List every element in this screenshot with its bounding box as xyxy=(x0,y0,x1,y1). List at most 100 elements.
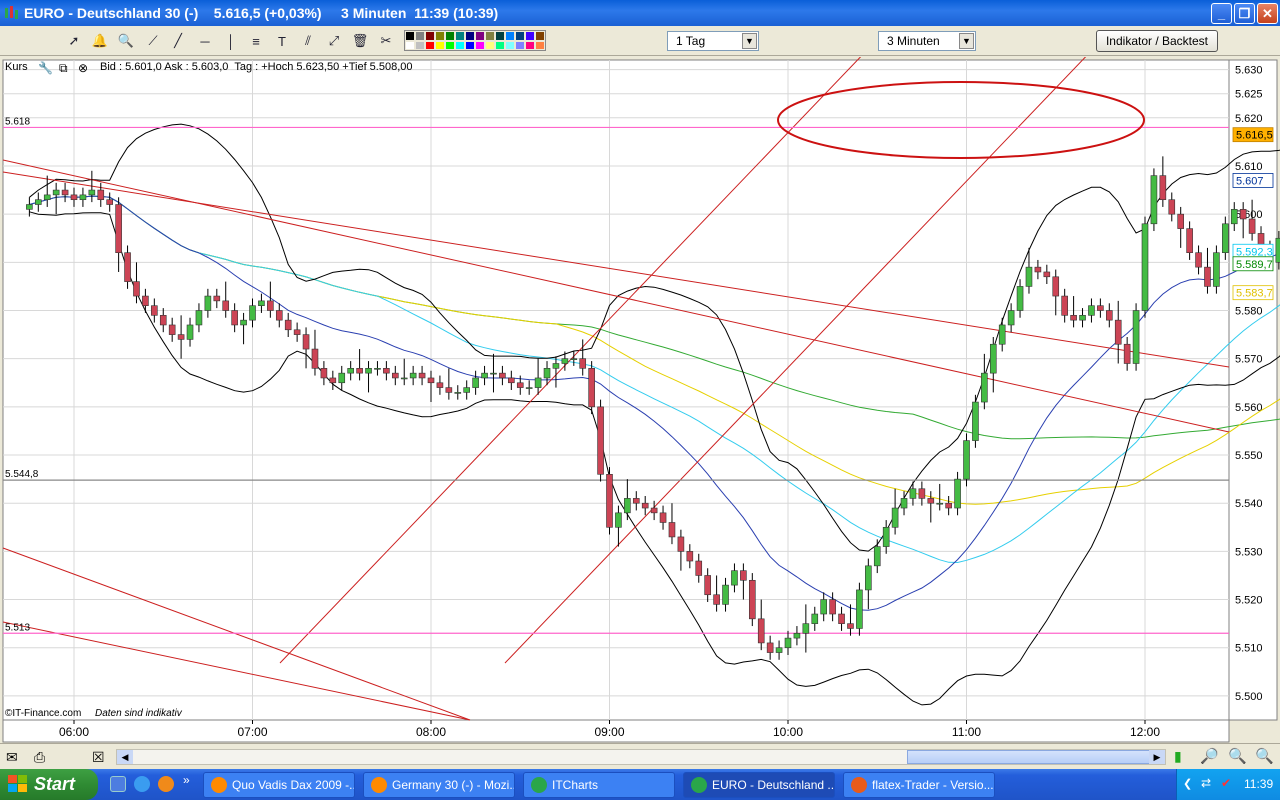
interval-select[interactable]: 3 Minuten ▼ xyxy=(878,31,976,51)
antivirus-icon[interactable]: ✔ xyxy=(1221,776,1231,790)
pointer-icon[interactable]: ➚ xyxy=(64,31,84,51)
zoom-icon[interactable]: 🔍 xyxy=(116,31,136,51)
chart-type-icon[interactable]: ▮ xyxy=(1174,748,1182,765)
taskbar-item[interactable]: EURO - Deutschland ... xyxy=(683,772,835,798)
palette-swatch[interactable] xyxy=(415,40,425,50)
start-button[interactable]: Start xyxy=(0,769,98,800)
channel-icon[interactable]: ⫽ xyxy=(298,31,318,51)
scroll-left-icon[interactable]: ◀ xyxy=(117,750,133,764)
palette-swatch[interactable] xyxy=(495,31,505,41)
candle-body xyxy=(847,623,854,629)
alarm-icon[interactable]: 🔔 xyxy=(90,31,110,51)
palette-swatch[interactable] xyxy=(485,40,495,50)
trendline-icon[interactable]: ╱ xyxy=(168,31,188,51)
zoom-out-icon[interactable]: 🔍 xyxy=(1228,747,1247,765)
indicator-backtest-button[interactable]: Indikator / Backtest xyxy=(1096,30,1218,52)
program-icon xyxy=(851,777,867,793)
window-title: EURO - Deutschland 30 (-) 5.616,5 (+0,03… xyxy=(24,5,499,21)
palette-swatch[interactable] xyxy=(485,31,495,41)
price-chart[interactable]: 5.6305.6255.6205.6105.6005.5905.5805.570… xyxy=(0,57,1280,743)
palette-swatch[interactable] xyxy=(465,31,475,41)
fibonacci-icon[interactable]: ≡ xyxy=(246,31,266,51)
horizontal-line-icon[interactable]: ─ xyxy=(195,31,215,51)
candle-body xyxy=(650,507,658,514)
palette-swatch[interactable] xyxy=(445,31,455,41)
palette-swatch[interactable] xyxy=(435,31,445,41)
taskbar-item[interactable]: Quo Vadis Dax 2009 -... xyxy=(203,772,355,798)
close-chart-icon[interactable]: ⊗ xyxy=(78,61,88,75)
network-icon[interactable]: ⇄ xyxy=(1201,776,1211,790)
more-quicklaunch-icon[interactable]: » xyxy=(183,773,190,787)
candle-body xyxy=(1168,199,1176,215)
internet-explorer-icon[interactable] xyxy=(134,776,150,792)
maximize-button[interactable]: ❐ xyxy=(1234,3,1255,24)
text-tool-icon[interactable]: T xyxy=(272,31,292,51)
palette-swatch[interactable] xyxy=(515,31,525,41)
palette-swatch[interactable] xyxy=(525,40,535,50)
palette-swatch[interactable] xyxy=(525,31,535,41)
palette-swatch[interactable] xyxy=(475,31,485,41)
palette-swatch[interactable] xyxy=(405,40,415,50)
firefox-icon[interactable] xyxy=(158,776,174,792)
period-select[interactable]: 1 Tag ▼ xyxy=(667,31,759,51)
tray-expand-icon[interactable]: ❮ xyxy=(1183,777,1192,790)
horizontal-scrollbar[interactable]: ◀ ▶ xyxy=(116,749,1166,765)
palette-swatch[interactable] xyxy=(445,40,455,50)
wrench-icon[interactable]: 🔧 xyxy=(38,61,53,75)
zoom-area-icon[interactable]: 🔎 xyxy=(1200,747,1219,765)
color-palette[interactable] xyxy=(404,30,546,51)
palette-swatch[interactable] xyxy=(535,31,545,41)
chevron-down-icon[interactable]: ▼ xyxy=(742,33,757,49)
palette-swatch[interactable] xyxy=(495,40,505,50)
palette-swatch[interactable] xyxy=(535,40,545,50)
palette-swatch[interactable] xyxy=(505,40,515,50)
trash-icon[interactable]: 🗑 xyxy=(350,31,370,51)
vertical-line-icon[interactable]: │ xyxy=(221,31,241,51)
candle-body xyxy=(954,478,961,509)
chart-area[interactable]: 5.6305.6255.6205.6105.6005.5905.5805.570… xyxy=(0,57,1280,743)
print-icon[interactable]: ⎙ xyxy=(34,749,45,766)
candle-body xyxy=(1070,315,1077,321)
zoom-in-icon[interactable]: 🔍 xyxy=(1255,747,1274,765)
price-tag-label: 5.589,7 xyxy=(1236,259,1273,271)
scroll-right-icon[interactable]: ▶ xyxy=(1149,750,1165,764)
tools-icon[interactable]: ✂ xyxy=(376,31,396,51)
palette-swatch[interactable] xyxy=(505,31,515,41)
candle-body xyxy=(43,194,51,201)
arrow-tool-icon[interactable]: ⤢ xyxy=(324,31,344,51)
candle-body xyxy=(766,642,774,653)
candle-body xyxy=(713,594,720,605)
palette-swatch[interactable] xyxy=(455,31,465,41)
copy-icon[interactable]: ⧉ xyxy=(59,61,68,76)
minimize-button[interactable]: _ xyxy=(1211,3,1232,24)
chart-infobar: Kurs 🔧 ⧉ ⊗ Bid : 5.601,0 Ask : 5.603,0 T… xyxy=(3,61,413,77)
palette-swatch[interactable] xyxy=(515,40,525,50)
palette-swatch[interactable] xyxy=(415,31,425,41)
candle-body xyxy=(88,189,96,196)
y-tick-label: 5.630 xyxy=(1235,65,1263,77)
delete-icon[interactable]: ☒ xyxy=(92,749,105,766)
taskbar-item[interactable]: ITCharts xyxy=(523,772,675,798)
candle-body xyxy=(436,382,444,388)
taskbar-item[interactable]: Germany 30 (-) - Mozi... xyxy=(363,772,515,798)
chevron-down-icon[interactable]: ▼ xyxy=(959,33,974,49)
close-button[interactable]: ✕ xyxy=(1257,3,1278,24)
mail-icon[interactable]: ✉ xyxy=(6,749,18,766)
palette-swatch[interactable] xyxy=(455,40,465,50)
program-icon xyxy=(371,777,387,793)
candle-body xyxy=(989,343,997,374)
palette-swatch[interactable] xyxy=(435,40,445,50)
line-tool-icon[interactable]: ⟋ xyxy=(143,31,163,51)
candle-body xyxy=(731,570,738,586)
palette-swatch[interactable] xyxy=(475,40,485,50)
taskbar-item[interactable]: flatex-Trader - Versio... xyxy=(843,772,995,798)
desktop-icon[interactable] xyxy=(110,776,126,792)
scrollbar-thumb[interactable] xyxy=(907,750,1155,764)
candle-body xyxy=(347,368,354,374)
candle-body xyxy=(508,377,515,384)
palette-swatch[interactable] xyxy=(465,40,475,50)
palette-swatch[interactable] xyxy=(425,31,435,41)
palette-swatch[interactable] xyxy=(425,40,435,50)
candle-body xyxy=(79,194,87,201)
palette-swatch[interactable] xyxy=(405,31,415,41)
